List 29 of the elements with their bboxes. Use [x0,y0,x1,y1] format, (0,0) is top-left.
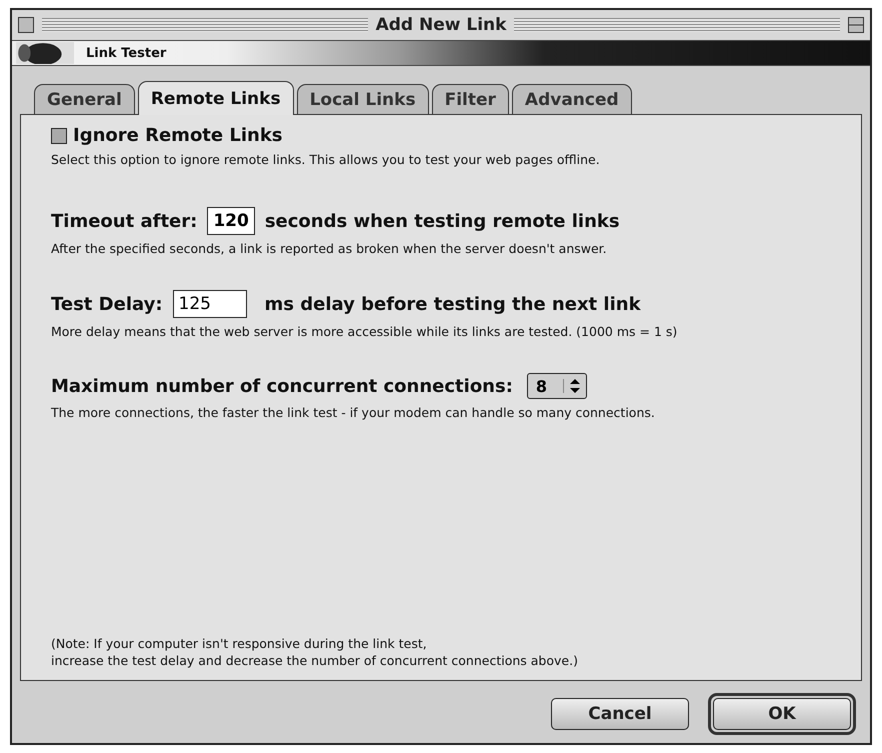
connections-popup[interactable]: 8 [526,373,588,399]
tab[interactable]: Local Links [296,84,429,114]
title-bar-stripes[interactable] [42,18,368,32]
checkbox[interactable] [51,128,67,144]
checkbox-label: Ignore Remote Links [73,125,283,146]
close-box-icon[interactable] [18,17,34,33]
note-text: (Note: If your computer isn't responsive during the link test, [51,636,428,651]
description-text: After the specified seconds, a link is reported as broken when the server doesn't answer. [51,241,608,256]
field-label: Timeout after: [51,210,198,232]
note-text: increase the test delay and decrease the number of concurrent connections above.) [51,653,579,668]
tab[interactable]: Filter [432,84,509,114]
tab[interactable]: General [34,84,135,114]
field-label: Maximum number of concurrent connections: [51,376,513,396]
tab[interactable]: Advanced [512,84,632,114]
number-field[interactable]: 125 [172,290,247,318]
field-suffix: seconds when testing remote links [264,210,620,232]
collapse-box-icon[interactable] [848,17,864,33]
window-title: Add New Link [376,15,506,35]
banner-title: Link Tester [86,46,166,60]
tab[interactable]: Remote Links [138,81,294,115]
field-label: Test Delay: [51,294,163,314]
description-text: The more connections, the faster the link test - if your modem can handle so many connections. [51,405,656,420]
dialog-button[interactable]: Cancel [551,698,689,730]
number-field[interactable]: 120 [207,207,255,235]
description-text: More delay means that the web server is more accessible while its links are tested. (1000 ms = 1 s) [51,324,678,339]
title-bar-stripes[interactable] [514,18,840,32]
field-suffix: ms delay before testing the next link [264,294,641,314]
description-text: Select this option to ignore remote links. This allows you to test your web pages offline. [51,152,601,167]
dialog-button[interactable]: OK [713,698,851,730]
